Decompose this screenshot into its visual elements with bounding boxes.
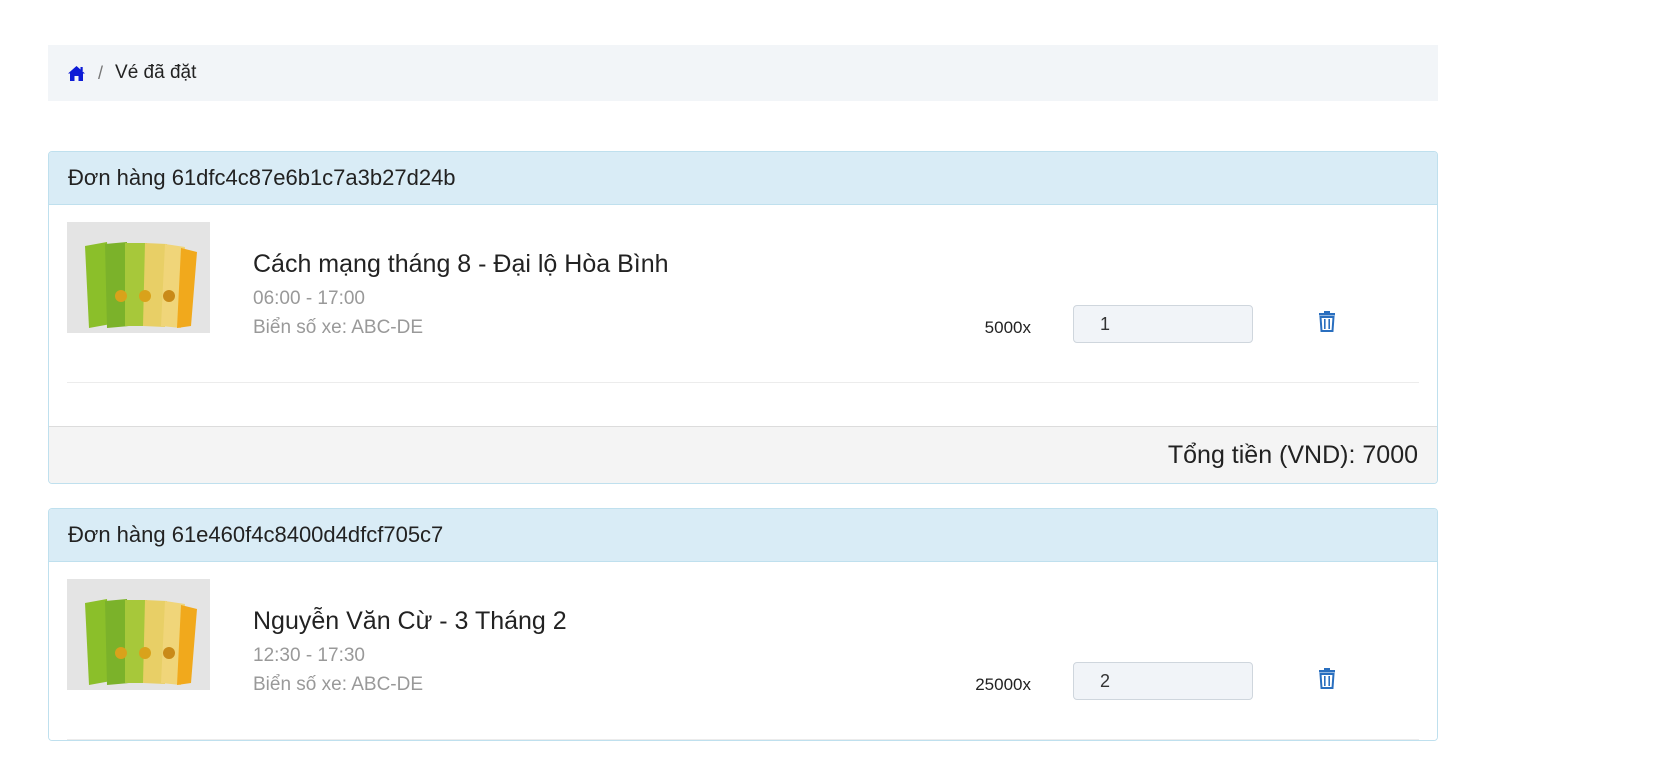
trash-icon[interactable]: [1318, 667, 1336, 689]
item-plate: Biển số xe: ABC-DE: [253, 317, 424, 338]
list-item: Nguyễn Văn Cừ - 3 Tháng 2 12:30 - 17:30 …: [67, 579, 1419, 740]
order-total: Tổng tiền (VND): 7000: [49, 426, 1437, 483]
order-card: Đơn hàng 61e460f4c8400d4dfcf705c7 Nguyễn…: [48, 508, 1438, 741]
order-title: Đơn hàng 61e460f4c8400d4dfcf705c7: [49, 509, 1437, 562]
item-title: Cách mạng tháng 8 - Đại lộ Hòa Bình: [253, 250, 669, 278]
item-price: 5000x: [984, 318, 1031, 337]
item-price: 25000x: [975, 675, 1031, 694]
order-title: Đơn hàng 61dfc4c87e6b1c7a3b27d24b: [49, 152, 1437, 205]
quantity-input[interactable]: [1073, 305, 1253, 343]
home-icon[interactable]: [66, 63, 86, 83]
item-time: 12:30 - 17:30: [253, 645, 365, 666]
trash-icon[interactable]: [1318, 310, 1336, 332]
order-card: Đơn hàng 61dfc4c87e6b1c7a3b27d24b Cách m…: [48, 151, 1438, 484]
breadcrumb-current: Vé đã đặt: [115, 62, 197, 83]
ticket-image: [67, 222, 210, 333]
item-title: Nguyễn Văn Cừ - 3 Tháng 2: [253, 607, 567, 635]
quantity-input[interactable]: [1073, 662, 1253, 700]
breadcrumb-separator: /: [98, 62, 104, 83]
order-items: Nguyễn Văn Cừ - 3 Tháng 2 12:30 - 17:30 …: [49, 562, 1437, 740]
page-content: / Vé đã đặt Đơn hàng 61dfc4c87e6b1c7a3b2…: [48, 45, 1438, 741]
breadcrumb: / Vé đã đặt: [48, 45, 1438, 101]
order-items: Cách mạng tháng 8 - Đại lộ Hòa Bình 06:0…: [49, 205, 1437, 383]
item-plate: Biển số xe: ABC-DE: [253, 674, 424, 695]
ticket-image: [67, 579, 210, 690]
list-item: Cách mạng tháng 8 - Đại lộ Hòa Bình 06:0…: [67, 222, 1419, 383]
item-time: 06:00 - 17:00: [253, 288, 365, 309]
